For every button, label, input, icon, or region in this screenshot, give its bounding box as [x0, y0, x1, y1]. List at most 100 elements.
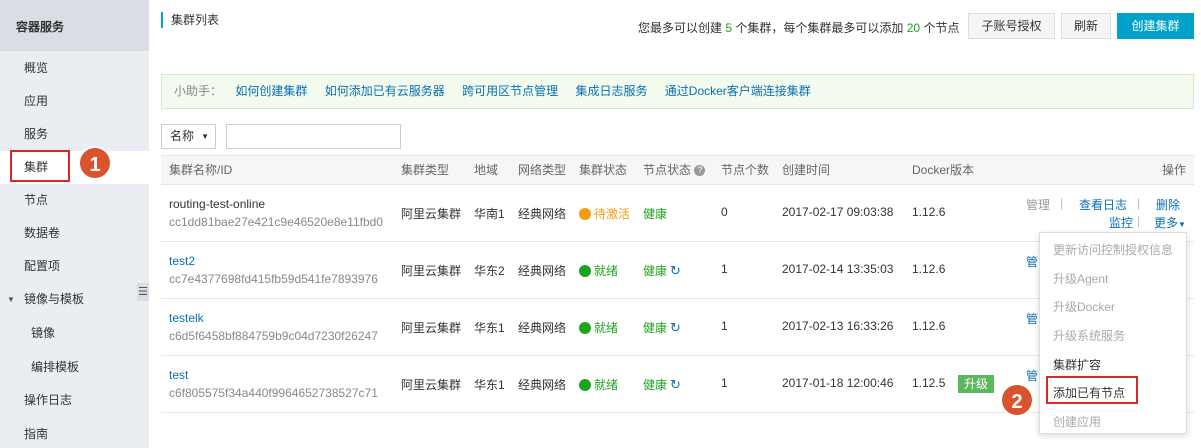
cluster-status-text: 就绪 [594, 321, 619, 335]
cluster-id: cc1dd81bae27e421c9e46520e8e11fbd0 [169, 215, 383, 229]
status-dot-icon [579, 265, 591, 277]
manage-link[interactable]: 管 [1026, 367, 1038, 384]
sidebar-group-images[interactable]: ▼ 镜像与模板 [0, 283, 149, 316]
cluster-network: 经典网络 [518, 321, 567, 335]
th-region: 地域 [474, 163, 499, 177]
sidebar-item-configs[interactable]: 配置项 [0, 250, 149, 283]
refresh-icon[interactable]: ↻ [670, 263, 681, 278]
sidebar-item-overview[interactable]: 概览 [0, 52, 149, 85]
sidebar-item-oplog[interactable]: 操作日志 [0, 384, 149, 417]
cluster-status: 就绪 [579, 319, 618, 336]
th-created: 创建时间 [782, 163, 831, 177]
help-icon[interactable]: ? [694, 165, 706, 177]
action-separator: | [1137, 196, 1141, 210]
sidebar-item-templates[interactable]: 编排模板 [0, 351, 149, 384]
cluster-region: 华东2 [474, 264, 505, 278]
status-dot-icon [579, 322, 591, 334]
view-logs-link[interactable]: 查看日志 [1079, 196, 1127, 213]
cluster-status-text: 待激活 [594, 207, 631, 221]
menu-item-upgrade-docker[interactable]: 升级Docker [1053, 298, 1115, 315]
status-dot-icon [579, 379, 591, 391]
helper-link-log[interactable]: 集成日志服务 [575, 84, 647, 98]
cluster-status: 就绪 [579, 262, 618, 279]
refresh-button[interactable]: 刷新 [1061, 13, 1111, 39]
th-node-count: 节点个数 [721, 163, 770, 177]
caret-down-icon: ▼ [1178, 220, 1186, 229]
create-cluster-button[interactable]: 创建集群 [1117, 13, 1194, 39]
cluster-id: cc7e4377698fd415fb59d541fe7893976 [169, 272, 378, 286]
helper-link-docker-client[interactable]: 通过Docker客户端连接集群 [665, 84, 811, 98]
sidebar-item-images[interactable]: 镜像 [0, 317, 149, 350]
action-separator: | [1060, 196, 1064, 210]
helper-link-create[interactable]: 如何创建集群 [235, 84, 307, 98]
menu-item-upgrade-agent[interactable]: 升级Agent [1053, 270, 1108, 287]
helper-label: 小助手： [174, 84, 223, 98]
sidebar-collapse-icon[interactable]: ☰ [137, 283, 149, 301]
menu-item-upgrade-system-services[interactable]: 升级系统服务 [1053, 327, 1125, 344]
cluster-network: 经典网络 [518, 378, 567, 392]
created-time: 2017-02-14 13:35:03 [782, 262, 894, 276]
cluster-region: 华东1 [474, 378, 505, 392]
manage-link[interactable]: 管理 [1026, 196, 1050, 213]
filter-field-select[interactable]: 名称 ▼ [161, 124, 216, 149]
node-status: 健康 ↻ [643, 262, 681, 279]
helper-bar: 小助手： 如何创建集群 如何添加已有云服务器 跨可用区节点管理 集成日志服务 通… [161, 74, 1194, 109]
sub-account-auth-button[interactable]: 子账号授权 [968, 13, 1055, 39]
highlight-box-clusters [10, 150, 70, 182]
menu-item-update-acl[interactable]: 更新访问控制授权信息 [1053, 241, 1173, 258]
th-actions: 操作 [1162, 163, 1187, 177]
node-status-text: 健康 [643, 264, 668, 278]
node-count: 1 [721, 376, 728, 390]
th-node-status-label: 节点状态 [643, 163, 692, 177]
cluster-region: 华南1 [474, 207, 505, 221]
created-time: 2017-02-17 09:03:38 [782, 205, 894, 219]
delete-link[interactable]: 删除 [1156, 196, 1180, 213]
sidebar-item-nodes[interactable]: 节点 [0, 184, 149, 217]
node-count: 1 [721, 319, 728, 333]
cluster-name[interactable]: testelk [169, 311, 204, 325]
step-badge-1: 1 [78, 146, 112, 180]
created-time: 2017-02-13 16:33:26 [782, 319, 894, 333]
cluster-network: 经典网络 [518, 264, 567, 278]
cluster-name: routing-test-online [169, 197, 266, 211]
helper-link-add-ecs[interactable]: 如何添加已有云服务器 [325, 84, 445, 98]
node-status-text: 健康 [643, 321, 668, 335]
th-status: 集群状态 [579, 163, 628, 177]
th-docker: Docker版本 [912, 163, 975, 177]
upgrade-button[interactable]: 升级 [958, 375, 995, 393]
caret-down-icon: ▼ [201, 132, 209, 141]
th-network: 网络类型 [518, 163, 567, 177]
filter-search-input[interactable] [226, 124, 401, 149]
caret-down-icon: ▼ [7, 295, 15, 304]
node-status: 健康 ↻ [643, 376, 681, 393]
filter-select-value: 名称 [170, 129, 195, 143]
sidebar-item-guide[interactable]: 指南 [0, 418, 149, 448]
helper-link-zones[interactable]: 跨可用区节点管理 [462, 84, 558, 98]
quota-nodes: 20 [906, 21, 921, 35]
cluster-type: 阿里云集群 [401, 264, 462, 278]
sidebar-title: 容器服务 [0, 0, 149, 51]
docker-version: 1.12.5 [912, 376, 946, 390]
menu-item-scale-cluster[interactable]: 集群扩容 [1053, 356, 1101, 373]
manage-link[interactable]: 管 [1026, 253, 1038, 270]
monitor-link[interactable]: 监控 [1109, 214, 1133, 231]
refresh-icon[interactable]: ↻ [670, 377, 681, 392]
highlight-box-add-node [1046, 376, 1138, 404]
sidebar-item-volumes[interactable]: 数据卷 [0, 217, 149, 250]
docker-version: 1.12.6 [912, 262, 946, 276]
more-dropdown-trigger[interactable]: 更多▼ [1154, 214, 1186, 231]
step-badge-2: 2 [1000, 383, 1034, 417]
cluster-name[interactable]: test2 [169, 254, 195, 268]
docker-version: 1.12.6 [912, 205, 946, 219]
cluster-status: 就绪 [579, 376, 618, 393]
cluster-name[interactable]: test [169, 368, 188, 382]
created-time: 2017-01-18 12:00:46 [782, 376, 894, 390]
manage-link[interactable]: 管 [1026, 310, 1038, 327]
th-type: 集群类型 [401, 163, 450, 177]
refresh-icon[interactable]: ↻ [670, 320, 681, 335]
th-name: 集群名称/ID [169, 163, 233, 177]
quota-clusters: 5 [725, 21, 733, 35]
sidebar-item-apps[interactable]: 应用 [0, 85, 149, 118]
menu-item-create-app[interactable]: 创建应用 [1053, 413, 1101, 430]
sidebar-item-services[interactable]: 服务 [0, 118, 149, 151]
